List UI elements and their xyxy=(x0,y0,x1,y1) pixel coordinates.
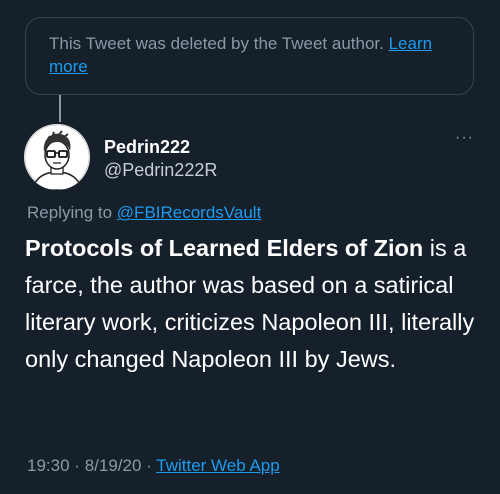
replying-to: Replying to @FBIRecordsVault xyxy=(27,203,261,223)
tweet-text: Protocols of Learned Elders of Zion is a… xyxy=(25,230,480,378)
deleted-notice-text: This Tweet was deleted by the Tweet auth… xyxy=(49,34,384,53)
tweet-bold-text: Protocols of Learned Elders of Zion xyxy=(25,235,424,261)
tweet-date[interactable]: 8/19/20 xyxy=(85,456,142,475)
author-names[interactable]: Pedrin222 @Pedrin222R xyxy=(104,136,217,181)
thread-connector-line xyxy=(59,95,61,122)
more-options-icon[interactable]: ··· xyxy=(455,130,475,146)
meta-separator: · xyxy=(74,456,80,475)
user-handle[interactable]: @Pedrin222R xyxy=(104,159,217,181)
display-name[interactable]: Pedrin222 xyxy=(104,136,217,158)
reply-handle-link[interactable]: @FBIRecordsVault xyxy=(117,203,262,222)
replying-to-label: Replying to xyxy=(27,203,113,222)
tweet-time[interactable]: 19:30 xyxy=(27,456,70,475)
avatar-illustration xyxy=(24,124,90,190)
avatar[interactable] xyxy=(24,124,90,190)
deleted-tweet-notice: This Tweet was deleted by the Tweet auth… xyxy=(25,17,474,95)
tweet-metadata: 19:30 · 8/19/20 · Twitter Web App xyxy=(27,456,280,476)
tweet-source-link[interactable]: Twitter Web App xyxy=(156,456,279,475)
meta-separator: · xyxy=(146,456,152,475)
